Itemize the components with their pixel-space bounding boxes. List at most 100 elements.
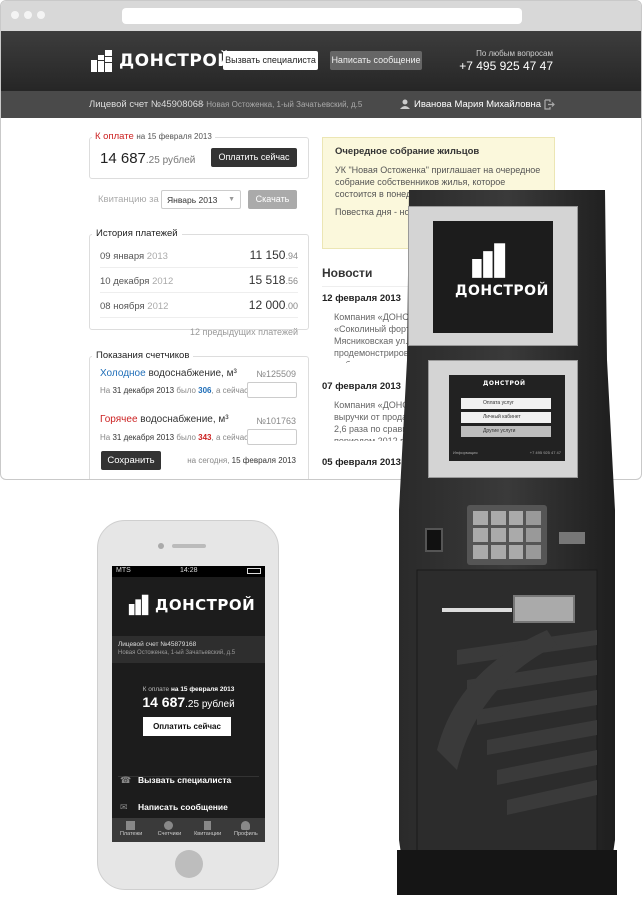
due-label: К оплате <box>95 131 134 142</box>
history-amount: 15 518.56 <box>248 273 298 287</box>
mobile-call-icon: ☎ <box>120 775 132 785</box>
mobile-amount-int: 14 687 <box>142 694 186 710</box>
receipt-month-select[interactable]: Январь 2013 ▼ <box>161 190 241 209</box>
today-pre: на сегодня, <box>187 456 230 465</box>
history-title: История платежей <box>92 228 182 239</box>
notice-title: Очередное собрание жильцов <box>335 146 480 157</box>
amount-decimal: .25 рублей <box>145 155 196 166</box>
chevron-down-icon: ▼ <box>228 196 235 203</box>
hot-meter-number: №101763 <box>256 416 296 426</box>
tab-receipts-label: Квитанции <box>194 831 222 837</box>
mobile-due-date: на 15 февраля 2013 <box>170 686 235 693</box>
phone-home-button[interactable] <box>175 850 203 878</box>
brand-logo-icon <box>91 50 112 72</box>
receipts-icon <box>203 821 211 830</box>
window-minimize-dot[interactable] <box>24 11 32 19</box>
tab-profile-label: Профиль <box>234 831 258 837</box>
tab-meters[interactable]: Счетчики <box>150 818 188 842</box>
meters-panel: Показания счетчиков Холодное водоснабжен… <box>89 350 309 479</box>
more-payments-link[interactable]: 12 предыдущих платежей <box>100 327 298 337</box>
hot-reading-was: было <box>176 433 196 442</box>
status-bar: MTS 14:28 <box>112 566 265 577</box>
logout-icon[interactable] <box>544 99 555 110</box>
browser-chrome <box>1 1 641 31</box>
hot-water-label: Горячее <box>100 414 138 425</box>
contact-phone: +7 495 925 47 47 <box>459 59 553 73</box>
meters-title: Показания счетчиков <box>92 350 194 361</box>
cold-reading-now: , а сейчас <box>211 386 249 395</box>
brand-name[interactable]: ДОНСТРОЙ <box>119 51 232 71</box>
battery-icon <box>247 568 261 574</box>
account-number: Лицевой счет №45908068 <box>89 99 204 110</box>
phone-screen: MTS 14:28 ДОНСТРОЙ Лицевой счет №4587916… <box>112 566 265 842</box>
kiosk-cabinet-button[interactable]: Личный кабинет <box>461 412 551 423</box>
mobile-due-label: К оплате <box>142 686 170 693</box>
cold-reading-value: 306 <box>198 386 212 395</box>
mobile-brand-name: ДОНСТРОЙ <box>155 596 256 614</box>
tab-profile[interactable]: Профиль <box>227 818 265 842</box>
download-button[interactable]: Скачать <box>248 190 297 209</box>
news-title: Новости <box>322 266 373 280</box>
mobile-message-button[interactable]: Написать сообщение <box>138 802 228 812</box>
tab-meters-label: Счетчики <box>157 831 182 837</box>
account-bar: Лицевой счет №45908068 — Новая Остоженка… <box>1 91 641 118</box>
mobile-tab-bar: Платежи Счетчики Квитанции Профиль <box>112 818 265 842</box>
mobile-account-bar: Лицевой счет №45879168 Новая Остоженка, … <box>112 636 265 663</box>
payment-kiosk: ДОНСТРОЙ ДОНСТРОЙ Оплата услуг Личный ка… <box>397 190 617 895</box>
cold-reading-pre: На <box>100 386 111 395</box>
kiosk-upper-screen: ДОНСТРОЙ <box>433 221 553 333</box>
window-zoom-dot[interactable] <box>37 11 45 19</box>
account-address: — Новая Остоженка, 1-ый Зачатьевский, д.… <box>196 100 363 109</box>
save-button[interactable]: Сохранить <box>101 451 161 470</box>
contact-note: По любым вопросам <box>476 49 553 58</box>
receipt-label: Квитанцию за <box>98 194 159 205</box>
kiosk-info-link[interactable]: Информация <box>453 450 478 455</box>
due-date: на 15 февраля 2013 <box>136 132 212 141</box>
today-date: 15 февраля 2013 <box>231 456 296 465</box>
kiosk-other-services-button[interactable]: Другие услуги <box>461 426 551 437</box>
history-amount: 12 000.00 <box>248 298 298 312</box>
write-message-button[interactable]: Написать сообщение <box>330 51 422 70</box>
hot-reading-now: , а сейчас <box>211 433 249 442</box>
window-close-dot[interactable] <box>11 11 19 19</box>
user-icon <box>400 99 410 109</box>
tab-receipts[interactable]: Квитанции <box>189 818 227 842</box>
hot-water-input[interactable] <box>247 429 297 445</box>
history-date: 09 января 2013 <box>100 251 168 262</box>
hot-reading-pre: На <box>100 433 111 442</box>
history-row: 09 января 2013 11 150.94 <box>100 243 298 268</box>
history-amount: 11 150.94 <box>249 248 298 262</box>
mobile-pay-button[interactable]: Оплатить сейчас <box>143 717 231 736</box>
mobile-account-number: Лицевой счет №45879168 <box>118 641 197 648</box>
kiosk-pinpad[interactable] <box>467 505 547 565</box>
user-name[interactable]: Иванова Мария Михайловна <box>414 99 541 110</box>
carrier: MTS <box>116 567 131 574</box>
cold-reading-date: 31 декабря 2013 <box>112 386 175 395</box>
profile-icon <box>240 821 250 830</box>
history-row: 08 ноября 2012 12 000.00 <box>100 293 298 318</box>
history-date: 08 ноября 2012 <box>100 301 169 312</box>
mobile-account-address: Новая Остоженка, 1-ый Зачатьевский, д.5 <box>118 650 236 656</box>
cold-water-input[interactable] <box>247 382 297 398</box>
phone-camera <box>158 543 164 549</box>
pay-now-button[interactable]: Оплатить сейчас <box>211 148 297 167</box>
receipt-month-value: Январь 2013 <box>167 195 218 205</box>
payment-history-panel: История платежей 09 января 2013 11 150.94… <box>89 228 309 337</box>
clock: 14:28 <box>180 567 198 574</box>
mobile-call-button[interactable]: Вызвать специалиста <box>138 775 231 785</box>
mobile-logo-icon <box>128 594 149 616</box>
mobile-mail-icon: ✉ <box>120 802 128 812</box>
hot-reading-date: 31 декабря 2013 <box>112 433 175 442</box>
hot-water-unit: водоснабжение, м³ <box>137 414 229 425</box>
site-header: ДОНСТРОЙ Вызвать специалиста Написать со… <box>1 31 641 91</box>
kiosk-logo-icon <box>472 243 506 278</box>
payment-due-panel: К оплате на 15 февраля 2013 14 687.25 ру… <box>89 131 309 179</box>
address-bar[interactable] <box>122 8 522 24</box>
kiosk-receipt-slot <box>559 532 585 544</box>
kiosk-card-slot <box>425 528 443 552</box>
kiosk-pay-services-button[interactable]: Оплата услуг <box>461 398 551 409</box>
tab-payments[interactable]: Платежи <box>112 818 150 842</box>
kiosk-screen-brand: ДОНСТРОЙ <box>483 380 526 387</box>
call-specialist-button[interactable]: Вызвать специалиста <box>223 51 318 70</box>
cold-water-label: Холодное <box>100 368 146 379</box>
